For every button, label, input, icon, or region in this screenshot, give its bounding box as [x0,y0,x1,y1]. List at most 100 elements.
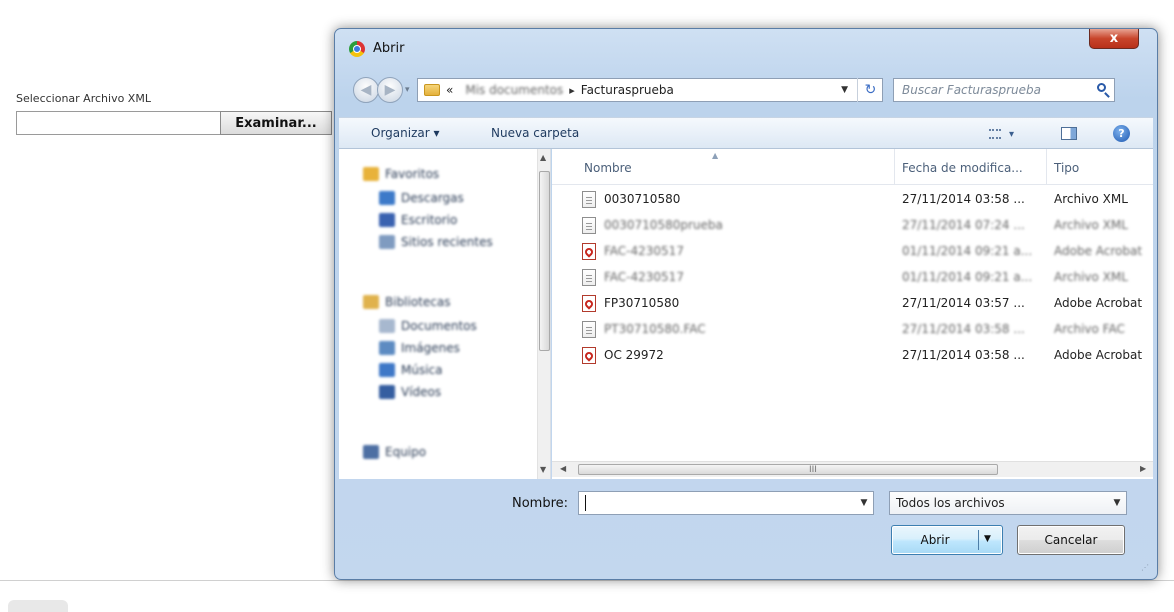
file-type: Adobe Acrobat [1054,348,1143,362]
cancel-button[interactable]: Cancelar [1017,525,1125,555]
folder-icon [424,84,440,96]
file-date: 27/11/2014 03:57 ... [902,296,1025,310]
file-name-label: Nombre: [512,496,569,511]
organize-menu[interactable]: Organizar ▾ [371,126,440,140]
file-row[interactable]: FAC-4230517 01/11/2014 09:21 a... Adobe Ac… [552,239,1153,265]
file-row[interactable]: PT30710580.FAC 27/11/2014 03:58 ... Archiv… [552,317,1153,343]
open-options-dropdown[interactable]: ▼ [984,534,991,544]
file-date: 27/11/2014 03:58 ... [902,322,1025,336]
resize-grip-icon[interactable]: ⋰ [1141,563,1149,572]
horizontal-scroll-thumb[interactable]: III [578,464,998,475]
pictures-icon [379,341,395,355]
nav-item-favoritos[interactable]: Favoritos [363,167,439,181]
scroll-up-icon[interactable]: ▲ [540,153,546,162]
music-icon [379,363,395,377]
nav-item-bibliotecas[interactable]: Bibliotecas [363,295,450,309]
file-row[interactable]: FAC-4230517 01/11/2014 09:21 a... Archivo … [552,265,1153,291]
nav-pane-scrollbar[interactable]: ▲ ▼ [537,149,550,479]
file-type: Adobe Acrobat [1054,296,1143,310]
file-type: Archivo XML [1054,218,1128,232]
file-type-filter-value: Todos los archivos [896,496,1005,510]
address-bar[interactable]: « Mis documentos ▸ Facturasprueba ▼ [417,78,883,102]
open-file-dialog: Abrir x ◀ ▶ ▾ « Mis documentos ▸ Factura… [334,28,1158,580]
preview-pane-icon[interactable] [1061,127,1077,140]
breadcrumb-mis-documentos[interactable]: Mis documentos [465,83,563,97]
file-type: Adobe Acrobat [1054,244,1143,258]
scroll-down-icon[interactable]: ▼ [540,465,546,474]
file-date: 27/11/2014 03:58 ... [902,192,1025,206]
sort-ascending-icon: ▲ [712,151,719,160]
nav-item-descargas[interactable]: Descargas [379,191,464,205]
breadcrumb-separator: ▸ [569,83,575,97]
pdf-file-icon [582,295,596,312]
nav-item-escritorio[interactable]: Escritorio [379,213,457,227]
file-name: FAC-4230517 [604,244,684,258]
file-row[interactable]: FP30710580 27/11/2014 03:57 ... Adobe Acro… [552,291,1153,317]
nav-item-documentos[interactable]: Documentos [379,319,477,333]
breadcrumb-facturasprueba[interactable]: Facturasprueba [581,83,674,97]
nav-item-sitios-recientes[interactable]: Sitios recientes [379,235,493,249]
scroll-left-icon[interactable]: ◀ [560,464,566,473]
file-name: 0030710580prueba [604,218,723,232]
close-button[interactable]: x [1089,29,1139,49]
chrome-icon [349,41,365,57]
file-name-input[interactable] [586,493,855,513]
column-date-modified[interactable]: Fecha de modifica... [902,161,1023,175]
libraries-icon [363,295,379,309]
scroll-right-icon[interactable]: ▶ [1140,464,1146,473]
document-file-icon [582,269,596,286]
downloads-icon [379,191,395,205]
search-icon[interactable] [1094,80,1114,100]
file-name: FP30710580 [604,296,680,310]
file-row[interactable]: OC 29972 27/11/2014 03:58 ... Adobe Acroba… [552,343,1153,369]
xml-file-input[interactable] [16,111,220,135]
column-name[interactable]: Nombre [584,161,632,175]
nav-item-musica[interactable]: Música [379,363,443,377]
recent-locations-dropdown[interactable]: ▾ [405,85,410,95]
arrow-left-icon: ◀ [360,82,372,98]
select-xml-label: Seleccionar Archivo XML [16,92,151,105]
nav-item-equipo[interactable]: Equipo [363,445,426,459]
nav-item-imagenes[interactable]: Imágenes [379,341,460,355]
videos-icon [379,385,395,399]
nav-scroll-thumb[interactable] [539,171,550,351]
open-button[interactable]: Abrir ▼ [891,525,1003,555]
refresh-button[interactable]: ↻ [857,78,883,102]
toolbar: Organizar ▾ Nueva carpeta ▾ ? [339,117,1153,149]
file-name: OC 29972 [604,348,664,362]
breadcrumb-overflow[interactable]: « [446,83,453,97]
file-row[interactable]: 0030710580prueba 27/11/2014 07:24 ... Arch… [552,213,1153,239]
browse-button[interactable]: Examinar... [220,111,332,135]
file-list: ▲ Nombre Fecha de modifica... Tipo 00307… [552,149,1153,479]
search-input[interactable] [894,80,1094,100]
star-icon [363,167,379,181]
dialog-title: Abrir [373,41,405,56]
address-dropdown[interactable]: ▼ [841,85,848,95]
file-date: 01/11/2014 09:21 a... [902,244,1033,258]
recent-places-icon [379,235,395,249]
views-dropdown-icon: ▾ [1009,128,1015,140]
nav-item-videos[interactable]: Vídeos [379,385,441,399]
arrow-right-icon: ▶ [384,82,396,98]
file-type-filter[interactable]: Todos los archivos ▼ [889,491,1127,515]
file-row[interactable]: 0030710580 27/11/2014 03:58 ... Archivo XM… [552,187,1153,213]
computer-icon [363,445,379,459]
back-button[interactable]: ◀ [353,77,379,103]
change-view-button[interactable]: ▾ [989,124,1029,144]
file-date: 27/11/2014 03:58 ... [902,348,1025,362]
document-file-icon [582,191,596,208]
search-box[interactable] [893,78,1115,102]
chevron-down-icon[interactable]: ▼ [855,498,873,508]
forward-button[interactable]: ▶ [377,77,403,103]
file-type: Archivo FAC [1054,322,1125,336]
close-icon: x [1109,31,1119,46]
horizontal-scrollbar[interactable]: ◀ III ▶ [552,461,1153,477]
file-type: Archivo XML [1054,192,1128,206]
file-name-field[interactable]: ▼ [578,491,874,515]
file-name: FAC-4230517 [604,270,684,284]
help-icon[interactable]: ? [1113,125,1130,142]
footer-button[interactable] [8,600,68,612]
column-type[interactable]: Tipo [1054,161,1079,175]
views-icon [989,129,1001,139]
new-folder-button[interactable]: Nueva carpeta [491,126,579,140]
